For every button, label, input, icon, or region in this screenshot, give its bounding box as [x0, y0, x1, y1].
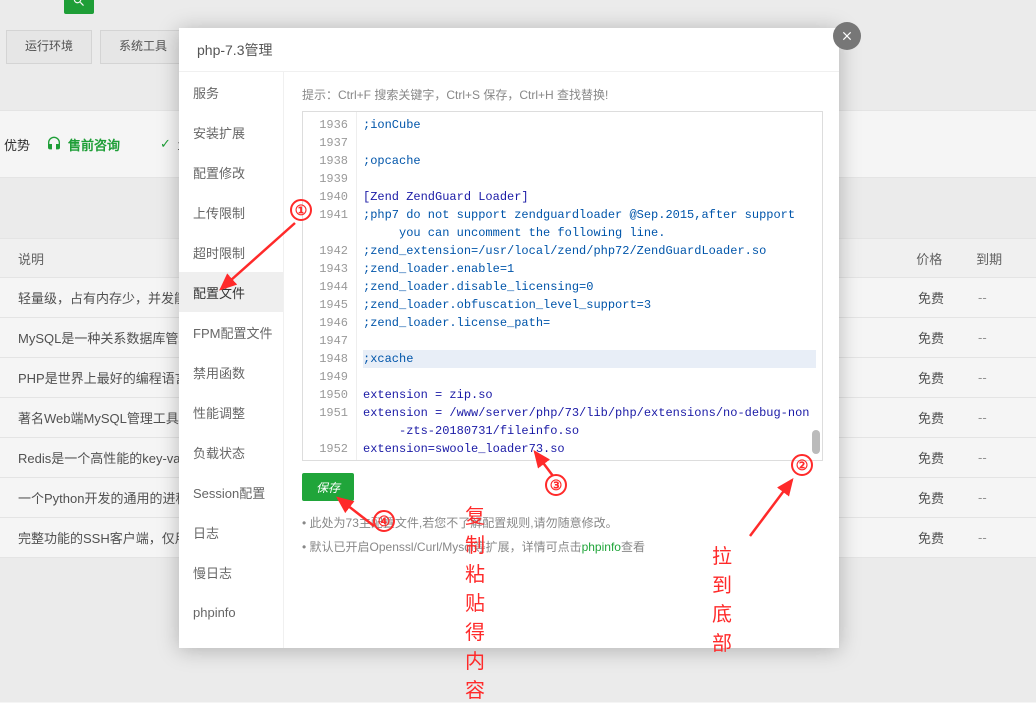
scrollbar-thumb[interactable]: [812, 430, 820, 454]
php-manage-modal: php-7.3管理 服务安装扩展配置修改上传限制超时限制配置文件FPM配置文件禁…: [179, 28, 839, 648]
sidebar-item-5[interactable]: 配置文件: [179, 272, 283, 312]
code-line[interactable]: [363, 134, 816, 152]
code-line[interactable]: ;zend_loader.license_path=: [363, 314, 816, 332]
code-line[interactable]: ;php7 do not support zendguardloader @Se…: [363, 206, 816, 224]
modal-sidebar: 服务安装扩展配置修改上传限制超时限制配置文件FPM配置文件禁用函数性能调整负载状…: [179, 72, 284, 648]
code-line[interactable]: ;ionCube: [363, 116, 816, 134]
code-line[interactable]: [363, 368, 816, 386]
sidebar-item-10[interactable]: Session配置: [179, 472, 283, 512]
modal-title: php-7.3管理: [179, 28, 839, 72]
sidebar-item-7[interactable]: 禁用函数: [179, 352, 283, 392]
editor-gutter: 1936193719381939194019411942194319441945…: [303, 112, 357, 460]
code-line[interactable]: extension = /www/server/php/73/lib/php/e…: [363, 404, 816, 422]
config-editor[interactable]: 1936193719381939194019411942194319441945…: [302, 111, 823, 461]
code-line[interactable]: [363, 170, 816, 188]
code-line[interactable]: extension=swoole_loader73.so: [363, 440, 816, 458]
code-line[interactable]: ;opcache: [363, 152, 816, 170]
save-button[interactable]: 保存: [302, 473, 354, 501]
code-line[interactable]: ;zend_extension=/usr/local/zend/php72/Ze…: [363, 242, 816, 260]
code-line[interactable]: ;zend_loader.enable=1: [363, 260, 816, 278]
code-line[interactable]: ;zend_loader.disable_licensing=0: [363, 278, 816, 296]
sidebar-item-4[interactable]: 超时限制: [179, 232, 283, 272]
sidebar-item-12[interactable]: 慢日志: [179, 552, 283, 592]
code-line[interactable]: -zts-20180731/fileinfo.so: [363, 422, 816, 440]
note-1: 此处为73主配置文件,若您不了解配置规则,请勿随意修改。: [302, 511, 823, 535]
sidebar-item-2[interactable]: 配置修改: [179, 152, 283, 192]
modal-content: 提示：Ctrl+F 搜索关键字，Ctrl+S 保存，Ctrl+H 查找替换! 1…: [284, 72, 839, 648]
sidebar-item-6[interactable]: FPM配置文件: [179, 312, 283, 352]
close-button[interactable]: [833, 22, 861, 50]
notes: 此处为73主配置文件,若您不了解配置规则,请勿随意修改。 默认已开启Openss…: [302, 511, 823, 559]
code-line[interactable]: ;xcache: [363, 350, 816, 368]
code-line[interactable]: ;zend_loader.obfuscation_level_support=3: [363, 296, 816, 314]
code-line[interactable]: [Zend ZendGuard Loader]: [363, 188, 816, 206]
sidebar-item-11[interactable]: 日志: [179, 512, 283, 552]
phpinfo-link[interactable]: phpinfo: [582, 540, 621, 554]
close-icon: [840, 29, 854, 43]
sidebar-item-3[interactable]: 上传限制: [179, 192, 283, 232]
note-2: 默认已开启Openssl/Curl/Mysql等扩展，详情可点击phpinfo查…: [302, 535, 823, 559]
code-line[interactable]: you can uncomment the following line.: [363, 224, 816, 242]
sidebar-item-0[interactable]: 服务: [179, 72, 283, 112]
code-line[interactable]: extension = zip.so: [363, 386, 816, 404]
modal-body: 服务安装扩展配置修改上传限制超时限制配置文件FPM配置文件禁用函数性能调整负载状…: [179, 72, 839, 648]
sidebar-item-8[interactable]: 性能调整: [179, 392, 283, 432]
sidebar-item-1[interactable]: 安装扩展: [179, 112, 283, 152]
editor-code[interactable]: ;ionCube ;opcache [Zend ZendGuard Loader];…: [357, 112, 822, 460]
code-line[interactable]: [363, 332, 816, 350]
sidebar-item-9[interactable]: 负载状态: [179, 432, 283, 472]
sidebar-item-13[interactable]: phpinfo: [179, 592, 283, 632]
editor-hint: 提示：Ctrl+F 搜索关键字，Ctrl+S 保存，Ctrl+H 查找替换!: [302, 86, 823, 103]
